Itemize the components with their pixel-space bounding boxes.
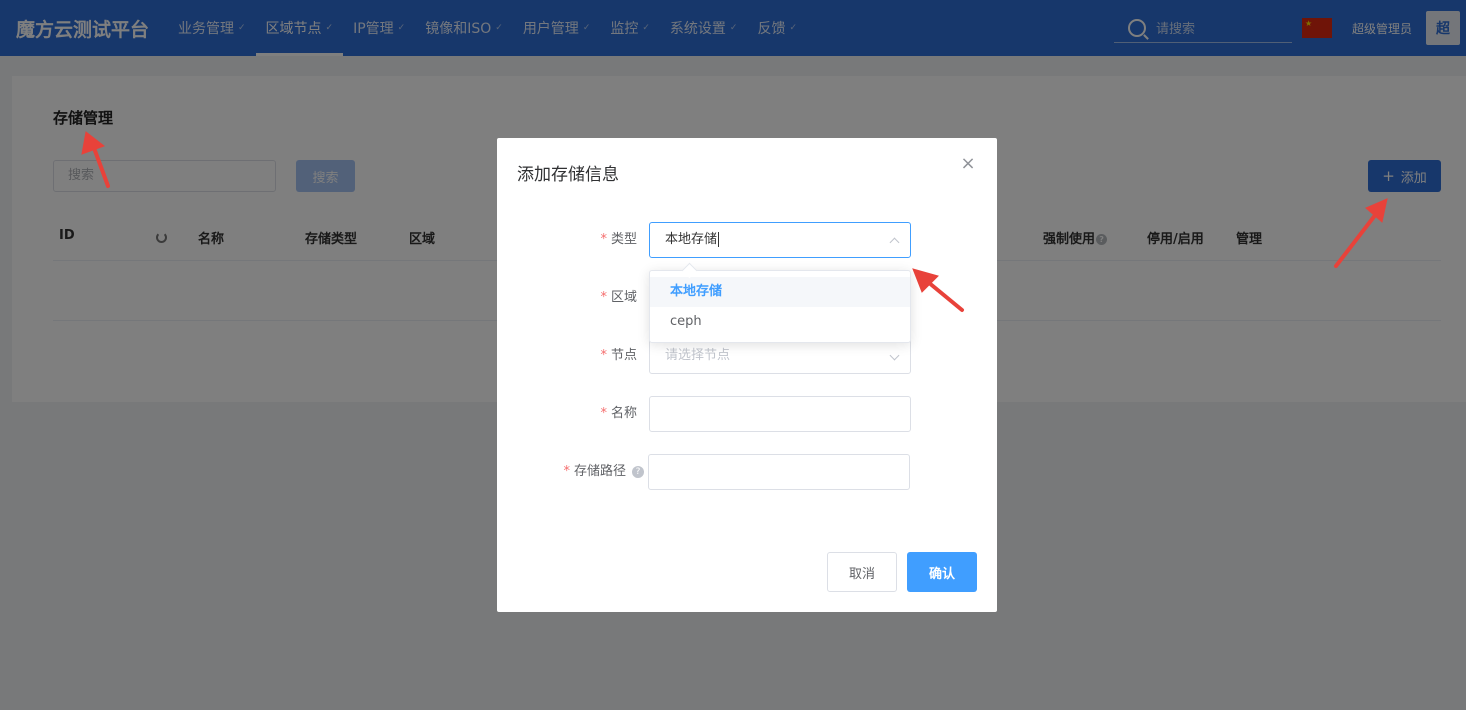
name-label: * 名称 [600, 396, 637, 432]
form-row-node: * 节点 请选择节点 [497, 338, 997, 374]
dropdown-option-local[interactable]: 本地存储 [650, 277, 910, 307]
type-label: * 类型 [600, 222, 637, 258]
add-storage-dialog: 添加存储信息 × * 类型 本地存储 * 区域 * 节点 请选择节点 * 名称 * 存储路… [497, 138, 997, 612]
node-label-text: 节点 [610, 348, 637, 363]
form-row-type: * 类型 本地存储 [497, 222, 997, 258]
path-label: * 存储路径? [563, 454, 644, 490]
cancel-button[interactable]: 取消 [827, 552, 897, 592]
required-marker: * [600, 290, 607, 305]
text-cursor [718, 232, 720, 247]
required-marker: * [600, 232, 607, 247]
required-marker: * [563, 464, 570, 479]
name-input[interactable] [649, 396, 911, 432]
region-label: * 区域 [600, 280, 637, 316]
type-label-text: 类型 [610, 232, 637, 247]
form-row-name: * 名称 [497, 396, 997, 432]
node-select-placeholder: 请选择节点 [665, 348, 731, 363]
required-marker: * [600, 348, 607, 363]
chevron-down-icon [889, 350, 900, 361]
required-marker: * [600, 406, 607, 421]
form-row-path: * 存储路径? [497, 454, 997, 490]
type-select[interactable]: 本地存储 [649, 222, 911, 258]
storage-path-input[interactable] [648, 454, 910, 490]
name-label-text: 名称 [610, 406, 637, 421]
dialog-title: 添加存储信息 [517, 165, 619, 185]
chevron-up-icon [889, 237, 900, 248]
confirm-button[interactable]: 确认 [907, 552, 977, 592]
dropdown-option-ceph[interactable]: ceph [650, 307, 910, 337]
node-select[interactable]: 请选择节点 [649, 338, 911, 374]
region-label-text: 区域 [610, 290, 637, 305]
node-label: * 节点 [600, 338, 637, 374]
path-label-text: 存储路径 [573, 464, 626, 479]
type-select-value: 本地存储 [665, 232, 718, 247]
close-icon[interactable]: × [960, 155, 976, 173]
help-icon[interactable]: ? [632, 465, 644, 478]
type-dropdown: 本地存储 ceph [649, 270, 911, 343]
